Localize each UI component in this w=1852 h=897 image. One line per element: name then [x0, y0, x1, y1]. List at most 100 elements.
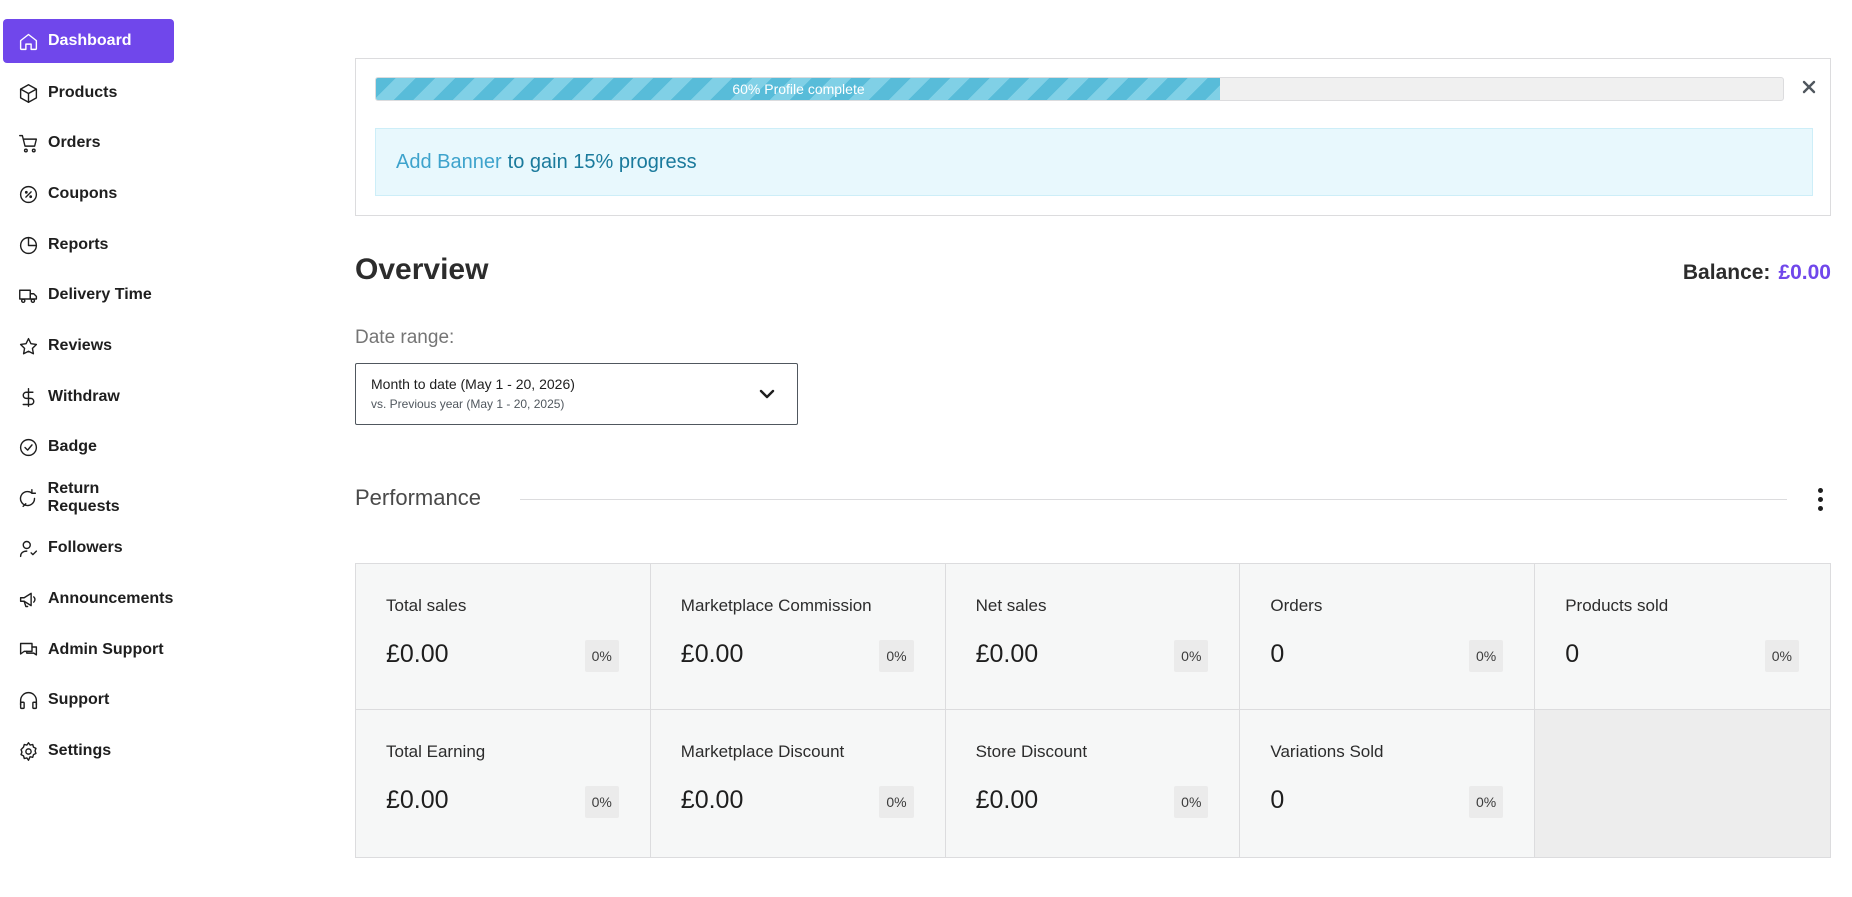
sidebar-item-label: Delivery Time	[48, 286, 152, 303]
sidebar-item-delivery-time[interactable]: Delivery Time	[3, 273, 174, 317]
date-range-main: Month to date (May 1 - 20, 2026)	[371, 376, 575, 392]
sidebar-item-label: Announcements	[48, 590, 174, 607]
stat-value: £0.00	[680, 640, 744, 668]
date-range-select[interactable]: Month to date (May 1 - 20, 2026) vs. Pre…	[355, 363, 798, 425]
sidebar-item-reports[interactable]: Reports	[3, 223, 174, 267]
sidebar-item-label: Coupons	[48, 185, 118, 202]
megaphone-icon	[16, 587, 40, 611]
stat-card-variations-sold[interactable]: Variations Sold 0 0%	[1240, 710, 1536, 857]
stat-card-orders[interactable]: Orders 0 0%	[1240, 564, 1536, 710]
profile-progress-bar: 60% Profile complete	[375, 77, 1784, 101]
sidebar-item-coupons[interactable]: Coupons	[3, 172, 174, 216]
sidebar-item-withdraw[interactable]: Withdraw	[3, 375, 174, 419]
stat-delta: 0%	[1468, 640, 1504, 672]
close-icon	[1802, 80, 1816, 94]
page-title: Overview	[355, 253, 489, 286]
home-icon	[16, 29, 40, 53]
sidebar-item-orders[interactable]: Orders	[3, 121, 174, 165]
performance-grid: Total sales £0.00 0% Marketplace Commiss…	[355, 563, 1831, 858]
sidebar-item-label: Dashboard	[48, 32, 132, 49]
stat-card-empty	[1535, 710, 1830, 857]
stat-label: Total sales	[386, 596, 467, 615]
stat-delta: 0%	[879, 786, 914, 818]
sidebar-item-support[interactable]: Support	[3, 678, 174, 722]
coupon-icon	[16, 182, 40, 206]
more-icon	[1817, 487, 1823, 493]
balance: Balance: £0.00	[1683, 261, 1831, 285]
gear-icon	[16, 739, 40, 763]
date-range-compare: vs. Previous year (May 1 - 20, 2025)	[371, 397, 565, 411]
sidebar-item-label: Orders	[48, 134, 101, 151]
sidebar-item-label: Return Requests	[47, 480, 120, 515]
sidebar-item-announcements[interactable]: Announcements	[3, 577, 174, 621]
sidebar-item-followers[interactable]: Followers	[3, 526, 174, 570]
stat-value: 0	[1565, 640, 1580, 668]
stat-value: £0.00	[386, 640, 449, 668]
stat-value: 0	[1270, 786, 1285, 814]
stat-card-total-sales[interactable]: Total sales £0.00 0%	[356, 564, 651, 710]
stat-delta: 0%	[879, 640, 914, 672]
sidebar-item-badge[interactable]: Badge	[3, 425, 174, 469]
sidebar-item-return-requests[interactable]: Return Requests	[3, 476, 174, 520]
followers-icon	[16, 536, 40, 560]
stat-label: Store Discount	[975, 742, 1088, 761]
cart-icon	[16, 131, 40, 155]
notice-text: to gain 15% progress	[507, 150, 697, 173]
sidebar-item-admin-support[interactable]: Admin Support	[3, 628, 174, 672]
stat-card-store-discount[interactable]: Store Discount £0.00 0%	[945, 710, 1241, 857]
dollar-icon	[16, 385, 40, 409]
sidebar-item-settings[interactable]: Settings	[3, 729, 174, 773]
performance-divider	[520, 499, 1787, 500]
sidebar-item-label: Admin Support	[48, 641, 164, 658]
stat-label: Marketplace Discount	[680, 742, 845, 761]
stat-card-marketplace-commission[interactable]: Marketplace Commission £0.00 0%	[650, 564, 946, 710]
chat-icon	[16, 638, 40, 662]
profile-progress-label: 60% Profile complete	[732, 81, 865, 97]
stat-value: £0.00	[975, 640, 1039, 668]
box-icon	[16, 81, 40, 105]
balance-label: Balance:	[1682, 261, 1771, 284]
stat-delta: 0%	[1764, 640, 1799, 672]
stat-label: Net sales	[975, 596, 1047, 615]
star-icon	[16, 334, 40, 358]
balance-value: £0.00	[1778, 261, 1831, 284]
stat-value: £0.00	[386, 786, 449, 814]
stat-card-net-sales[interactable]: Net sales £0.00 0%	[945, 564, 1241, 710]
stat-delta: 0%	[1174, 640, 1209, 672]
sidebar-item-label: Support	[48, 691, 110, 708]
stat-label: Orders	[1270, 596, 1323, 615]
close-progress-button[interactable]	[1797, 75, 1821, 99]
stat-label: Total Earning	[386, 742, 486, 761]
add-banner-link[interactable]: Add Banner	[396, 151, 502, 174]
stat-delta: 0%	[584, 640, 619, 672]
stat-value: 0	[1270, 640, 1285, 668]
pie-chart-icon	[16, 233, 40, 257]
stat-label: Variations Sold	[1270, 742, 1384, 761]
stat-label: Marketplace Commission	[680, 596, 872, 615]
badge-check-icon	[16, 435, 40, 459]
chevron-down-icon	[757, 384, 777, 404]
sidebar-item-label: Reviews	[48, 337, 113, 354]
headphones-icon	[16, 688, 40, 712]
stat-value: £0.00	[680, 786, 744, 814]
sidebar-item-dashboard[interactable]: Dashboard	[3, 19, 174, 63]
return-icon	[16, 486, 40, 510]
stat-card-marketplace-discount[interactable]: Marketplace Discount £0.00 0%	[650, 710, 946, 857]
stat-delta: 0%	[1174, 786, 1209, 818]
sidebar: Dashboard Products Orders Coupons Report…	[0, 0, 180, 897]
stat-value: £0.00	[975, 786, 1039, 814]
progress-notice: Add Banner to gain 15% progress	[375, 128, 1813, 196]
truck-icon	[16, 283, 40, 307]
performance-title: Performance	[355, 485, 481, 510]
stat-card-products-sold[interactable]: Products sold 0 0%	[1535, 564, 1830, 710]
stat-card-total-earning[interactable]: Total Earning £0.00 0%	[356, 710, 651, 857]
performance-menu-button[interactable]	[1807, 484, 1833, 514]
sidebar-item-label: Settings	[48, 742, 112, 759]
sidebar-item-products[interactable]: Products	[3, 71, 174, 115]
sidebar-item-reviews[interactable]: Reviews	[3, 324, 174, 368]
stat-delta: 0%	[584, 786, 619, 818]
sidebar-item-label: Products	[48, 84, 118, 101]
profile-progress-card: 60% Profile complete Add Banner to gain …	[355, 58, 1831, 216]
stat-label: Products sold	[1565, 596, 1669, 615]
stat-delta: 0%	[1468, 786, 1504, 818]
